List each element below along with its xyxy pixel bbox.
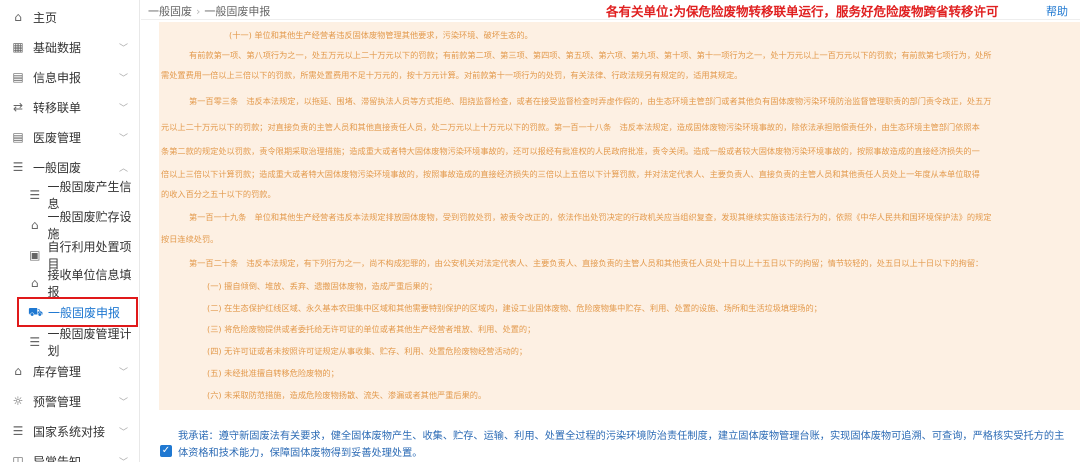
grid-icon: ▦	[12, 40, 24, 54]
notice-banner: 各有关单位:为保危险废物转移联单运行，服务好危险废物跨省转移许可	[606, 4, 999, 19]
legal-line: 有前款第一项、第八项行为之一，处五万元以上二十万元以下的罚款；有前款第二项、第三…	[189, 50, 992, 60]
legal-line: 的收入百分之五十以下的罚款。	[161, 189, 276, 199]
truck-icon: ⛟	[28, 305, 44, 319]
chevron-down-icon: ﹀	[119, 455, 128, 462]
legal-text-panel: (十一) 单位和其他生产经营者违反固体废物管理其他要求，污染环境、破坏生态的。 …	[159, 22, 1080, 410]
sidebar-item-transfer[interactable]: ⇄ 转移联单 ﹀	[0, 92, 139, 122]
legal-line: (十一) 单位和其他生产经营者违反固体废物管理其他要求，污染环境、破坏生态的。	[229, 30, 533, 40]
chevron-down-icon: ﹀	[118, 427, 128, 438]
sidebar-item-label: 医废管理	[33, 130, 82, 145]
form-icon: ▤	[12, 130, 24, 144]
commitment-text: 我承诺：遵守新固废法有关要求，健全固体废物产生、收集、贮存、运输、利用、处置全过…	[178, 431, 1065, 442]
legal-line: (二) 在生态保护红线区域、永久基本农田集中区域和其他需要特别保护的区域内，建设…	[207, 303, 822, 313]
legal-line: 需处置费用一倍以上三倍以下的罚款，所需处置费用不足十万元的，按十万元计算。对前款…	[161, 70, 743, 80]
legal-line: 按日连续处罚。	[161, 234, 219, 244]
sidebar-item-label: 异常告知	[33, 454, 82, 462]
sidebar-subitem-generation[interactable]: ☰ 一般固废产生信息	[0, 180, 139, 211]
sidebar-item-label: 一般固废产生信息	[47, 180, 132, 211]
top-bar: 一般固废 › 一般固废申报 各有关单位:为保危险废物转移联单运行，服务好危险废物跨省…	[141, 0, 1080, 20]
sidebar-item-alert[interactable]: ☼ 预警管理 ﹀	[0, 386, 139, 416]
sidebar-item-info-report[interactable]: ▤ 信息申报 ﹀	[0, 62, 139, 92]
commitment-text: 体资格和技术能力，保障固体废物得到妥善处理处置。	[178, 448, 423, 459]
sidebar-subitem-plan[interactable]: ☰ 一般固废管理计划	[0, 327, 139, 358]
legal-line: (一) 擅自倾倒、堆放、丢弃、遗撒固体废物，造成严重后果的；	[207, 281, 438, 291]
transfer-icon: ⇄	[12, 100, 24, 114]
home-icon: ⌂	[14, 10, 22, 24]
chevron-down-icon: ﹀	[118, 367, 128, 378]
chevron-up-icon: ︿	[118, 163, 128, 174]
sidebar-item-medical-waste[interactable]: ▤ 医废管理 ﹀	[0, 122, 139, 152]
sidebar-subitem-storage[interactable]: ⌂ 一般固废贮存设施	[0, 210, 139, 241]
legal-line: (四) 无许可证或者未按照许可证规定从事收集、贮存、利用、处置危险废物经营活动的…	[207, 346, 528, 356]
commitment-checkbox[interactable]: ✓	[160, 445, 172, 457]
sidebar-item-label: 接收单位信息填报	[47, 268, 132, 299]
legal-line: 第一百一十九条 单位和其他生产经营者违反本法规定排放固体废物，受到罚款处罚，被责…	[189, 212, 992, 222]
list-icon: ☰	[12, 160, 24, 174]
chevron-down-icon: ﹀	[118, 73, 128, 84]
sidebar-item-label: 一般固废管理计划	[47, 327, 132, 358]
sidebar-item-label: 一般固废申报	[48, 305, 121, 320]
chevron-down-icon: ﹀	[118, 43, 128, 54]
legal-line: 元以上二十万元以下的罚款；对直接负责的主管人员和其他直接责任人员，处二万元以上十…	[161, 122, 980, 132]
sidebar-item-label: 预警管理	[33, 394, 82, 409]
sidebar-subitem-declaration[interactable]: ⛟ 一般固废申报	[0, 297, 139, 327]
home-icon: ⌂	[30, 276, 39, 290]
legal-line: 第一百零三条 违反本法规定，以拖延、围堵、滞留执法人员等方式拒绝、阻挠监督检查，…	[189, 96, 992, 106]
alert-icon: ☼	[12, 394, 24, 408]
sidebar: ⌂ 主页 ▦ 基础数据 ﹀ ▤ 信息申报 ﹀ ⇄ 转移联单 ﹀ ▤ 医废管理 ﹀…	[0, 0, 140, 462]
sidebar-item-label: 转移联单	[33, 100, 82, 115]
sidebar-item-label: 一般固废贮存设施	[47, 210, 132, 241]
menu-icon: ☰	[12, 424, 24, 438]
sidebar-item-anomaly[interactable]: ◫ 异常告知 ﹀	[0, 446, 139, 462]
chevron-down-icon: ﹀	[118, 133, 128, 144]
sidebar-item-label: 国家系统对接	[33, 424, 106, 439]
check-icon: ✓	[161, 445, 171, 456]
chevron-down-icon: ﹀	[118, 397, 128, 408]
home-icon: ⌂	[30, 218, 39, 232]
breadcrumb-current: 一般固废申报	[204, 5, 271, 18]
breadcrumb-parent[interactable]: 一般固废	[148, 5, 192, 18]
legal-line: (五) 未经批准擅自转移危险废物的；	[207, 368, 339, 378]
legal-line: (六) 未采取防范措施，造成危险废物扬散、流失、渗漏或者其他严重后果的。	[207, 390, 487, 400]
sidebar-item-label: 库存管理	[33, 364, 82, 379]
calendar-icon: ▣	[29, 248, 41, 262]
breadcrumb-separator-icon: ›	[196, 5, 201, 18]
sidebar-item-label: 信息申报	[33, 70, 82, 85]
legal-line: (三) 将危险废物提供或者委托给无许可证的单位或者其他生产经营者堆放、利用、处置…	[207, 324, 536, 334]
menu-icon: ☰	[29, 335, 41, 349]
form-icon: ▤	[12, 70, 24, 84]
chevron-down-icon: ﹀	[118, 103, 128, 114]
legal-line: 倍以上三倍以下计算罚款；造成重大或者特大固体废物污染环境事故的，按照事故造成的直…	[161, 169, 980, 179]
sidebar-item-national[interactable]: ☰ 国家系统对接 ﹀	[0, 416, 139, 446]
breadcrumb: 一般固废 › 一般固废申报	[148, 3, 270, 19]
sidebar-item-label: 一般固废	[33, 160, 82, 175]
sidebar-item-home[interactable]: ⌂ 主页	[0, 2, 139, 32]
notice-icon: ◫	[12, 454, 24, 462]
warehouse-icon: ⌂	[14, 364, 22, 378]
sidebar-subitem-receiver[interactable]: ⌂ 接收单位信息填报	[0, 268, 139, 299]
help-link[interactable]: 帮助	[1046, 3, 1068, 19]
legal-line: 条第二款的规定处以罚款，责令限期采取治理措施；造成重大或者特大固体废物污染环境事…	[161, 146, 980, 156]
legal-line: 第一百二十条 违反本法规定，有下列行为之一，尚不构成犯罪的，由公安机关对法定代表…	[189, 258, 984, 268]
sidebar-item-label: 基础数据	[33, 40, 82, 55]
sidebar-item-basic-data[interactable]: ▦ 基础数据 ﹀	[0, 32, 139, 62]
sidebar-item-inventory[interactable]: ⌂ 库存管理 ﹀	[0, 356, 139, 386]
menu-icon: ☰	[29, 188, 41, 202]
sidebar-item-label: 主页	[33, 10, 58, 25]
